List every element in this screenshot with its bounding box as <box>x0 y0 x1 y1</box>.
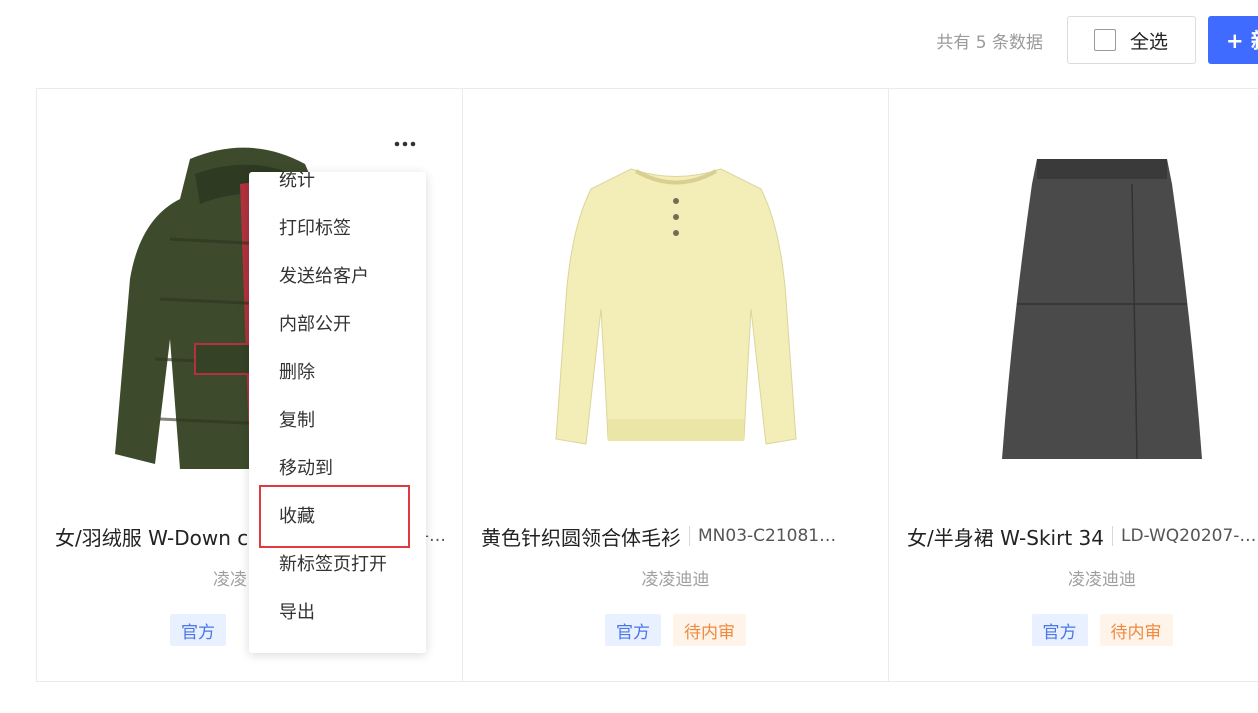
menu-item-send-to-customer[interactable]: 发送给客户 <box>279 262 369 288</box>
product-name: 女/半身裙 W-Skirt 34 <box>907 525 1104 550</box>
yellow-knit-sweater-image <box>554 168 797 445</box>
menu-item-open-new-tab[interactable]: 新标签页打开 <box>279 550 387 576</box>
product-card[interactable]: 女/半身裙 W-Skirt 34 LD-WQ20207-… 凌凌迪迪 官方 待内… <box>889 89 1258 681</box>
product-card[interactable]: 黄色针织圆领合体毛衫 MN03-C21081… 凌凌迪迪 官方 待内审 <box>463 89 889 681</box>
tag-pending-review: 待内审 <box>673 614 746 646</box>
product-name: 黄色针织圆领合体毛衫 <box>481 525 681 550</box>
product-image[interactable] <box>889 129 1258 489</box>
menu-item-move-to[interactable]: 移动到 <box>279 454 333 480</box>
tag-official: 官方 <box>605 614 661 646</box>
tag-list: 官方 待内审 <box>463 614 888 646</box>
menu-item-internal-public[interactable]: 内部公开 <box>279 310 351 336</box>
tag-list: 官方 待内审 <box>889 614 1258 646</box>
menu-item-delete[interactable]: 删除 <box>279 358 315 384</box>
select-all-checkbox[interactable] <box>1094 29 1116 51</box>
product-image[interactable] <box>463 129 888 489</box>
more-options-icon[interactable] <box>392 131 418 157</box>
select-all-label: 全选 <box>1130 30 1169 53</box>
product-name: 女/羽绒服 W-Down c <box>55 525 249 550</box>
menu-item-statistics[interactable]: 统计 <box>279 172 315 192</box>
record-count: 共有 5 条数据 <box>936 32 1043 53</box>
menu-item-favorite[interactable]: 收藏 <box>279 502 315 528</box>
product-grid: 女/羽绒服 W-Down c i-… 凌凌 官方 黄色针织圆领合体毛衫 MN03… <box>36 88 1258 682</box>
title-separator <box>689 526 690 546</box>
context-menu: 统计 打印标签 发送给客户 内部公开 删除 复制 移动到 收藏 新标签页打开 导… <box>249 172 426 653</box>
tag-official: 官方 <box>170 614 226 646</box>
tag-official: 官方 <box>1031 614 1088 646</box>
menu-item-copy[interactable]: 复制 <box>279 406 315 432</box>
product-owner: 凌凌迪迪 <box>1068 570 1136 590</box>
new-button[interactable]: + 新 <box>1208 16 1258 64</box>
product-code: MN03-C21081… <box>698 526 837 546</box>
product-owner: 凌凌迪迪 <box>641 570 710 590</box>
title-separator <box>1111 526 1113 546</box>
menu-item-export[interactable]: 导出 <box>279 598 315 624</box>
product-title[interactable]: 女/半身裙 W-Skirt 34 LD-WQ20207-… <box>907 521 1258 551</box>
menu-item-print-label[interactable]: 打印标签 <box>279 214 351 240</box>
tag-pending-review: 待内审 <box>1099 614 1173 646</box>
product-code: LD-WQ20207-… <box>1120 526 1257 546</box>
select-all-button[interactable]: 全选 <box>1067 16 1196 64</box>
toolbar: 共有 5 条数据 全选 + 新 <box>936 16 1258 64</box>
product-title[interactable]: 黄色针织圆领合体毛衫 MN03-C21081… <box>481 521 872 551</box>
gray-a-line-skirt-image <box>1002 159 1202 460</box>
